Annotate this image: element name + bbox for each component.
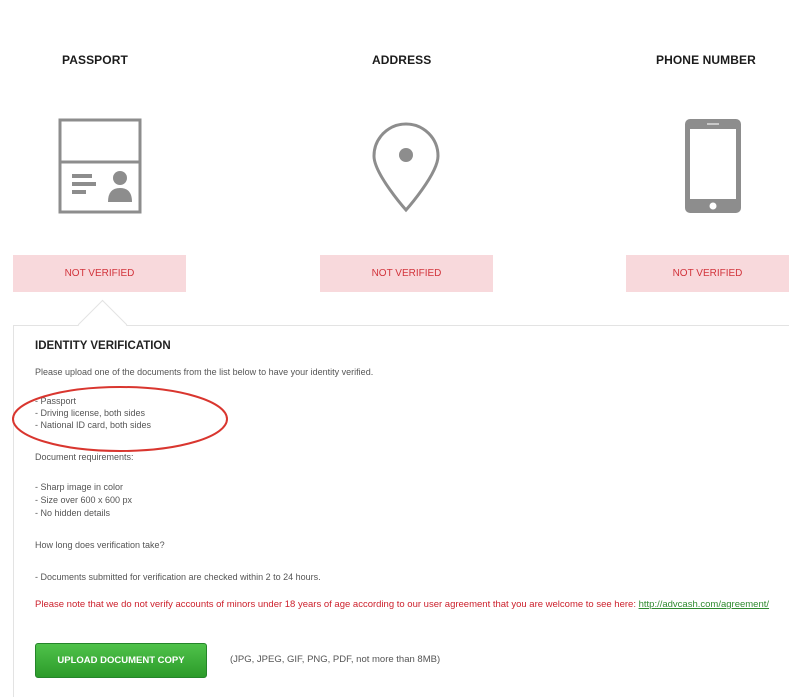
time-question: How long does verification take?: [35, 540, 165, 550]
minors-warning: Please note that we do not verify accoun…: [35, 598, 775, 612]
phone-number-title: PHONE NUMBER: [656, 53, 756, 67]
phone-icon: [682, 116, 744, 216]
highlight-ellipse: [12, 386, 228, 452]
time-answer: - Documents submitted for verification a…: [35, 572, 321, 582]
requirement-item: - Sharp image in color: [35, 482, 124, 492]
location-pin-icon: [370, 122, 442, 214]
verification-page: PASSPORT ADDRESS PHONE NUMBER NOT VERIFI…: [0, 0, 789, 697]
passport-title: PASSPORT: [62, 53, 128, 67]
panel-intro: Please upload one of the documents from …: [35, 367, 374, 377]
phone-status-badge: NOT VERIFIED: [626, 255, 789, 292]
warning-text: Please note that we do not verify accoun…: [35, 599, 639, 610]
requirement-item: - Size over 600 x 600 px: [35, 495, 133, 505]
upload-document-button[interactable]: UPLOAD DOCUMENT COPY: [35, 643, 207, 678]
passport-status-badge: NOT VERIFIED: [13, 255, 186, 292]
agreement-link[interactable]: http://advcash.com/agreement/: [639, 599, 769, 610]
passport-icon: [58, 118, 142, 214]
address-title: ADDRESS: [372, 53, 432, 67]
panel-heading: IDENTITY VERIFICATION: [35, 340, 171, 352]
address-status-badge: NOT VERIFIED: [320, 255, 493, 292]
requirement-item: - No hidden details: [35, 508, 111, 518]
upload-format-note: (JPG, JPEG, GIF, PNG, PDF, not more than…: [230, 654, 441, 665]
identity-verification-panel: [13, 325, 789, 697]
